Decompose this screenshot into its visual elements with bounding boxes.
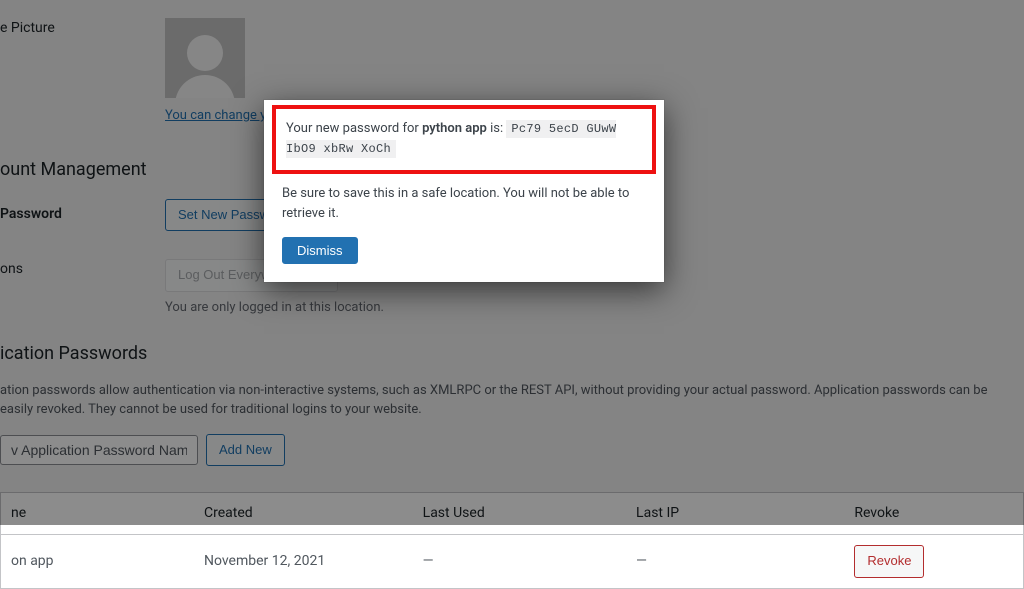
table-row: on app November 12, 2021 — — Revoke <box>1 535 1024 589</box>
cell-last-used: — <box>413 535 626 589</box>
msg-app-name: python app <box>422 121 487 136</box>
revoke-button[interactable]: Revoke <box>854 545 924 578</box>
msg-prefix: Your new password for <box>286 121 422 136</box>
dismiss-button[interactable]: Dismiss <box>282 237 358 264</box>
highlight-box: Your new password for python app is: Pc7… <box>272 105 656 174</box>
new-app-password-modal: Your new password for python app is: Pc7… <box>264 100 664 282</box>
cell-name: on app <box>1 535 195 589</box>
new-password-message: Your new password for python app is: Pc7… <box>286 119 642 158</box>
msg-suffix: is: <box>487 121 506 136</box>
cell-last-ip: — <box>626 535 844 589</box>
save-warning-text: Be sure to save this in a safe location.… <box>282 184 646 223</box>
cell-created: November 12, 2021 <box>194 535 413 589</box>
